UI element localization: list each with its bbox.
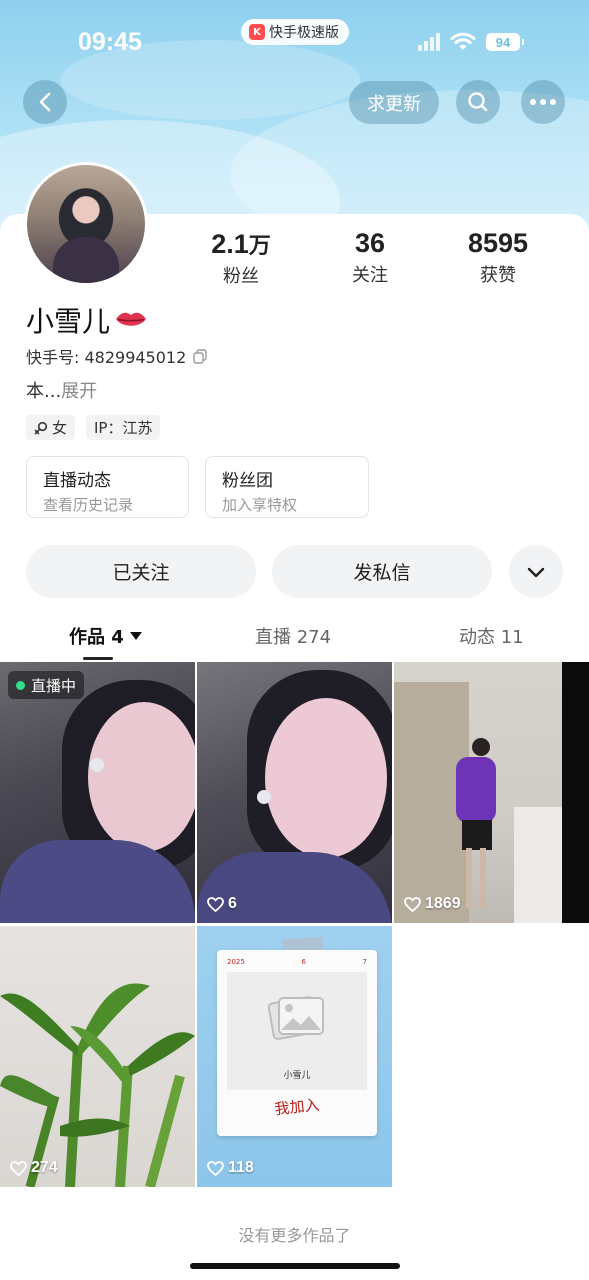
stat-label: 关注: [352, 265, 388, 286]
ip-tag-label: IP：江苏: [94, 419, 153, 437]
battery-icon: 94: [486, 33, 524, 51]
app-badge[interactable]: K 快手极速版: [241, 19, 349, 45]
active-tab-indicator: [83, 657, 113, 660]
stat-label: 获赞: [480, 265, 516, 286]
kuaishou-id-text: 快手号: 4829945012: [26, 348, 187, 367]
card-handwriting: 我加入: [273, 1095, 321, 1119]
copy-icon[interactable]: [192, 348, 208, 364]
card-date-right: 7: [362, 958, 367, 966]
gender-tag-label: 女: [52, 419, 68, 437]
stat-label: 粉丝: [223, 266, 259, 287]
tab-works[interactable]: 作品 4: [69, 623, 142, 649]
post-thumbnail[interactable]: 2025 6 7 小雪儿 我加入 118: [197, 926, 392, 1187]
profile-name-text: 小雪儿: [26, 305, 111, 338]
live-badge: 直播中: [8, 671, 85, 699]
info-box-subtitle: 查看历史记录: [43, 496, 134, 514]
cellular-signal-icon: [418, 33, 440, 51]
plant-image: [0, 983, 195, 1187]
avatar[interactable]: [24, 162, 148, 286]
post-likes-count: 118: [228, 1159, 254, 1176]
heart-icon: [404, 896, 421, 912]
post-thumbnail[interactable]: 274: [0, 926, 195, 1187]
profile-name: 小雪儿: [26, 300, 148, 340]
tab-moments[interactable]: 动态 11: [459, 623, 524, 649]
card-date-mid: 6: [301, 958, 306, 966]
search-button[interactable]: [456, 80, 500, 124]
post-thumbnail[interactable]: 1869: [394, 662, 589, 923]
stat-likes[interactable]: 8595 获赞: [443, 228, 553, 287]
more-dots-icon: [530, 99, 556, 105]
post-likes-count: 6: [228, 895, 237, 912]
live-badge-label: 直播中: [31, 676, 77, 695]
avatar-image: [27, 165, 145, 283]
chevron-left-icon: [39, 92, 51, 112]
heart-icon: [207, 896, 224, 912]
lips-emoji-icon: [116, 312, 147, 326]
post-likes: 274: [10, 1159, 58, 1177]
status-time: 09:45: [78, 28, 142, 56]
followed-button[interactable]: 已关注: [26, 545, 256, 598]
info-box-subtitle: 加入享特权: [222, 496, 298, 514]
more-options-button[interactable]: [521, 80, 565, 124]
content-tabs: 作品 4 直播 274 动态 11: [0, 623, 589, 659]
caret-down-icon: [129, 632, 142, 640]
post-likes-count: 1869: [425, 895, 461, 912]
wifi-icon: [450, 32, 476, 50]
post-thumbnail[interactable]: 6: [197, 662, 392, 923]
send-message-button[interactable]: 发私信: [272, 545, 492, 598]
tab-label: 作品 4: [69, 627, 124, 648]
chevron-down-icon: [527, 567, 545, 577]
post-likes: 1869: [404, 895, 461, 913]
tab-label: 动态 11: [459, 627, 524, 648]
no-more-posts-text: 没有更多作品了: [238, 1226, 351, 1245]
stat-value: 36: [354, 228, 386, 258]
card-date-left: 2025: [227, 958, 245, 966]
heart-icon: [10, 1160, 27, 1176]
app-badge-label: 快手极速版: [269, 25, 339, 41]
stat-followers[interactable]: 2.1万 粉丝: [186, 228, 296, 288]
bio-text: 本...: [26, 381, 62, 402]
ip-tag: IP：江苏: [86, 415, 161, 440]
polaroid-card: 2025 6 7 小雪儿 我加入: [217, 950, 377, 1136]
kuaishou-id: 快手号: 4829945012: [26, 344, 208, 368]
expand-recommend-button[interactable]: [509, 545, 563, 598]
home-indicator[interactable]: [190, 1263, 400, 1269]
live-history-box[interactable]: 直播动态 查看历史记录: [26, 456, 189, 518]
stat-value: 8595: [467, 228, 529, 258]
request-update-button[interactable]: 求更新: [349, 81, 439, 124]
status-icons: 94: [418, 32, 524, 52]
heart-icon: [207, 1160, 224, 1176]
profile-bio: 本...展开: [26, 377, 97, 403]
search-icon: [468, 92, 488, 112]
post-likes: 118: [207, 1159, 254, 1177]
fan-club-box[interactable]: 粉丝团 加入享特权: [205, 456, 369, 518]
female-gender-icon: [34, 421, 48, 434]
kuaishou-logo-icon: K: [249, 24, 265, 40]
back-button[interactable]: [23, 80, 67, 124]
tab-live[interactable]: 直播 274: [255, 623, 331, 649]
tab-label: 直播 274: [255, 627, 332, 648]
stat-following[interactable]: 36 关注: [315, 228, 425, 287]
image-placeholder-icon: [267, 996, 324, 1040]
info-box-title: 直播动态: [43, 471, 111, 491]
post-likes: 6: [207, 895, 237, 913]
bio-expand-link[interactable]: 展开: [61, 381, 97, 402]
stat-value: 2.1万: [211, 229, 271, 259]
info-box-title: 粉丝团: [222, 471, 273, 491]
card-name: 小雪儿: [283, 1071, 311, 1081]
post-thumbnail-live[interactable]: 直播中: [0, 662, 195, 923]
gender-tag: 女: [26, 415, 76, 440]
live-dot-icon: [16, 680, 25, 690]
post-likes-count: 274: [31, 1159, 58, 1176]
